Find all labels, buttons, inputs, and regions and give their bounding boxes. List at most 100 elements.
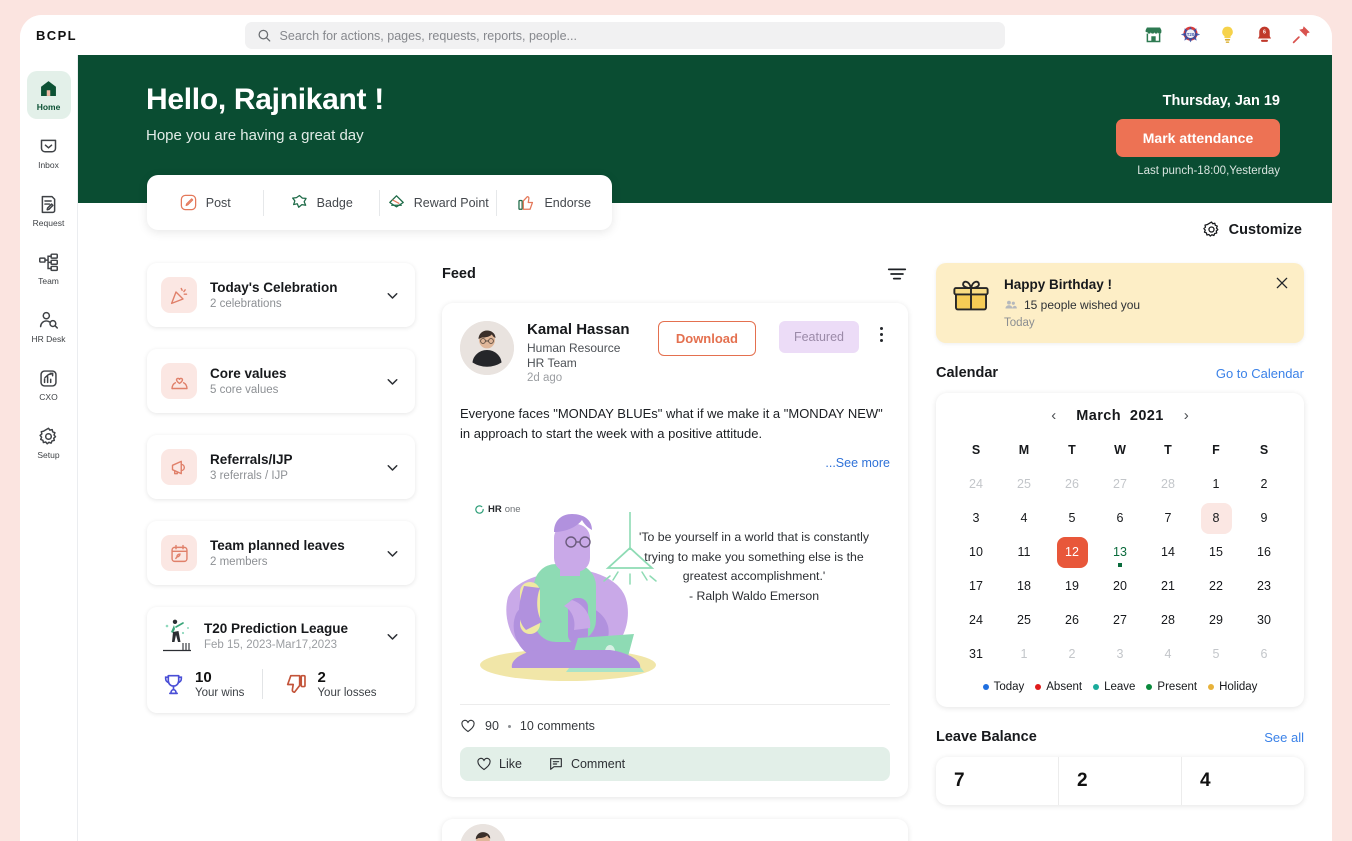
calendar-day[interactable]: 29	[1192, 603, 1240, 637]
chevron-down-icon[interactable]	[384, 545, 401, 562]
customize-button[interactable]: Customize	[1202, 220, 1302, 239]
quick-action-endorse[interactable]: Endorse	[497, 190, 613, 216]
calendar-day[interactable]: 7	[1144, 501, 1192, 535]
sidebar-item-home[interactable]: Home	[26, 71, 71, 119]
calendar-day[interactable]: 24	[952, 467, 1000, 501]
calendar-day[interactable]: 15	[1192, 535, 1240, 569]
calendar-day[interactable]: 10	[952, 535, 1000, 569]
leave-balance-value[interactable]: 2	[1059, 757, 1182, 805]
calendar-day[interactable]: 4	[1144, 637, 1192, 671]
calendar-day[interactable]: 6	[1096, 501, 1144, 535]
like-button[interactable]: Like	[476, 756, 522, 772]
star-badge-icon	[291, 194, 307, 208]
calendar-day-marker	[1118, 563, 1122, 567]
calendar-day[interactable]: 25	[1000, 467, 1048, 501]
calendar-day[interactable]: 5	[1048, 501, 1096, 535]
calendar-day[interactable]: 9	[1240, 501, 1288, 535]
download-button[interactable]: Download	[657, 321, 756, 356]
chevron-down-icon[interactable]	[384, 373, 401, 390]
chevron-right-icon[interactable]: ›	[1184, 407, 1189, 424]
comment-button[interactable]: Comment	[548, 756, 625, 772]
card-team-planned-leaves[interactable]: Team planned leaves 2 members	[147, 521, 415, 585]
lightbulb-icon[interactable]	[1217, 24, 1238, 45]
see-all-link[interactable]: See all	[1264, 730, 1304, 745]
calendar-day[interactable]: 24	[952, 603, 1000, 637]
calendar-day[interactable]: 27	[1096, 467, 1144, 501]
legend-label: Absent	[1046, 681, 1083, 693]
quick-action-post[interactable]: Post	[147, 189, 264, 216]
feed-header: Feed	[442, 263, 908, 285]
calendar-day[interactable]: 17	[952, 569, 1000, 603]
calendar-day[interactable]: 30	[1240, 603, 1288, 637]
chevron-left-icon[interactable]: ‹	[1051, 407, 1056, 424]
sidebar-item-team[interactable]: Team	[27, 245, 71, 293]
calendar-day[interactable]: 8	[1192, 501, 1240, 535]
card-t20-prediction-league[interactable]: T20 Prediction League Feb 15, 2023-Mar17…	[147, 607, 415, 713]
sidebar-item-inbox[interactable]: Inbox	[27, 129, 71, 177]
notification-bell-icon[interactable]: 6	[1254, 24, 1275, 45]
sidebar-item-setup[interactable]: Setup	[27, 419, 71, 467]
inbox-icon	[40, 139, 57, 153]
app-brand: BCPL	[36, 27, 77, 43]
calendar-day[interactable]: 21	[1144, 569, 1192, 603]
sidebar-item-request[interactable]: Request	[27, 187, 71, 235]
calendar-day[interactable]: 14	[1144, 535, 1192, 569]
sidebar-item-cxo[interactable]: CXO	[27, 361, 71, 409]
calendar-day[interactable]: 5	[1192, 637, 1240, 671]
calendar-day[interactable]: 28	[1144, 603, 1192, 637]
calendar-day[interactable]: 16	[1240, 535, 1288, 569]
quick-action-badge[interactable]: Badge	[264, 189, 380, 216]
mark-attendance-button[interactable]: Mark attendance	[1116, 119, 1280, 157]
store-icon[interactable]	[1143, 24, 1164, 45]
calendar-day[interactable]: 19	[1048, 569, 1096, 603]
calendar-day[interactable]: 23	[1240, 569, 1288, 603]
calendar-day[interactable]: 1	[1192, 467, 1240, 501]
calendar-day[interactable]: 4	[1000, 501, 1048, 535]
calendar-day[interactable]: 26	[1048, 467, 1096, 501]
calendar-day[interactable]: 3	[952, 501, 1000, 535]
calendar-day[interactable]: 6	[1240, 637, 1288, 671]
sidebar-item-hr-desk[interactable]: HR Desk	[27, 303, 71, 351]
calendar-day[interactable]: 22	[1192, 569, 1240, 603]
calendar-day[interactable]: 12	[1048, 535, 1096, 569]
chevron-down-icon[interactable]	[384, 287, 401, 304]
birthday-title: Happy Birthday !	[1004, 277, 1113, 292]
leave-balance-value[interactable]: 4	[1182, 757, 1304, 805]
calendar-day-header: S	[971, 443, 981, 457]
post-more-options-icon[interactable]	[872, 837, 890, 841]
search-bar[interactable]	[245, 22, 1005, 49]
see-more-link[interactable]: ...See more	[460, 456, 890, 470]
card-referrals-ijp[interactable]: Referrals/IJP 3 referrals / IJP	[147, 435, 415, 499]
gift-icon	[953, 280, 989, 311]
calendar-legend-item: Present	[1146, 681, 1197, 693]
calendar-day[interactable]: 2	[1240, 467, 1288, 501]
card-todays-celebration[interactable]: Today's Celebration 2 celebrations	[147, 263, 415, 327]
leave-balance-value[interactable]: 7	[936, 757, 1059, 805]
calendar-day[interactable]: 11	[1000, 535, 1048, 569]
chevron-down-icon[interactable]	[384, 459, 401, 476]
calendar-day[interactable]: 25	[1000, 603, 1048, 637]
card-core-values[interactable]: Core values 5 core values	[147, 349, 415, 413]
t20-badge-icon[interactable]: T20	[1180, 24, 1201, 45]
calendar-day[interactable]: 13	[1096, 535, 1144, 569]
calendar-day[interactable]: 26	[1048, 603, 1096, 637]
close-icon[interactable]	[1274, 275, 1290, 291]
pin-icon[interactable]	[1291, 24, 1312, 45]
chevron-down-icon[interactable]	[384, 628, 401, 645]
calendar-day[interactable]: 28	[1144, 467, 1192, 501]
calendar-day[interactable]: 20	[1096, 569, 1144, 603]
quick-action-reward-point[interactable]: Reward Point	[380, 189, 497, 216]
calendar-day[interactable]: 31	[952, 637, 1000, 671]
go-to-calendar-link[interactable]: Go to Calendar	[1216, 366, 1304, 381]
post-more-options-icon[interactable]	[872, 321, 890, 342]
filter-icon[interactable]	[886, 263, 908, 285]
app-window: BCPL T20 6 Home Inbox Request Team	[20, 15, 1332, 841]
calendar-day[interactable]: 1	[1000, 637, 1048, 671]
calendar-day[interactable]: 27	[1096, 603, 1144, 637]
calendar-day[interactable]: 18	[1000, 569, 1048, 603]
calendar-day[interactable]: 3	[1096, 637, 1144, 671]
post-body: Everyone faces "MONDAY BLUEs" what if we…	[460, 406, 883, 442]
search-input[interactable]	[279, 28, 993, 43]
calendar-day[interactable]: 2	[1048, 637, 1096, 671]
calendar-legend-item: Holiday	[1208, 681, 1257, 693]
